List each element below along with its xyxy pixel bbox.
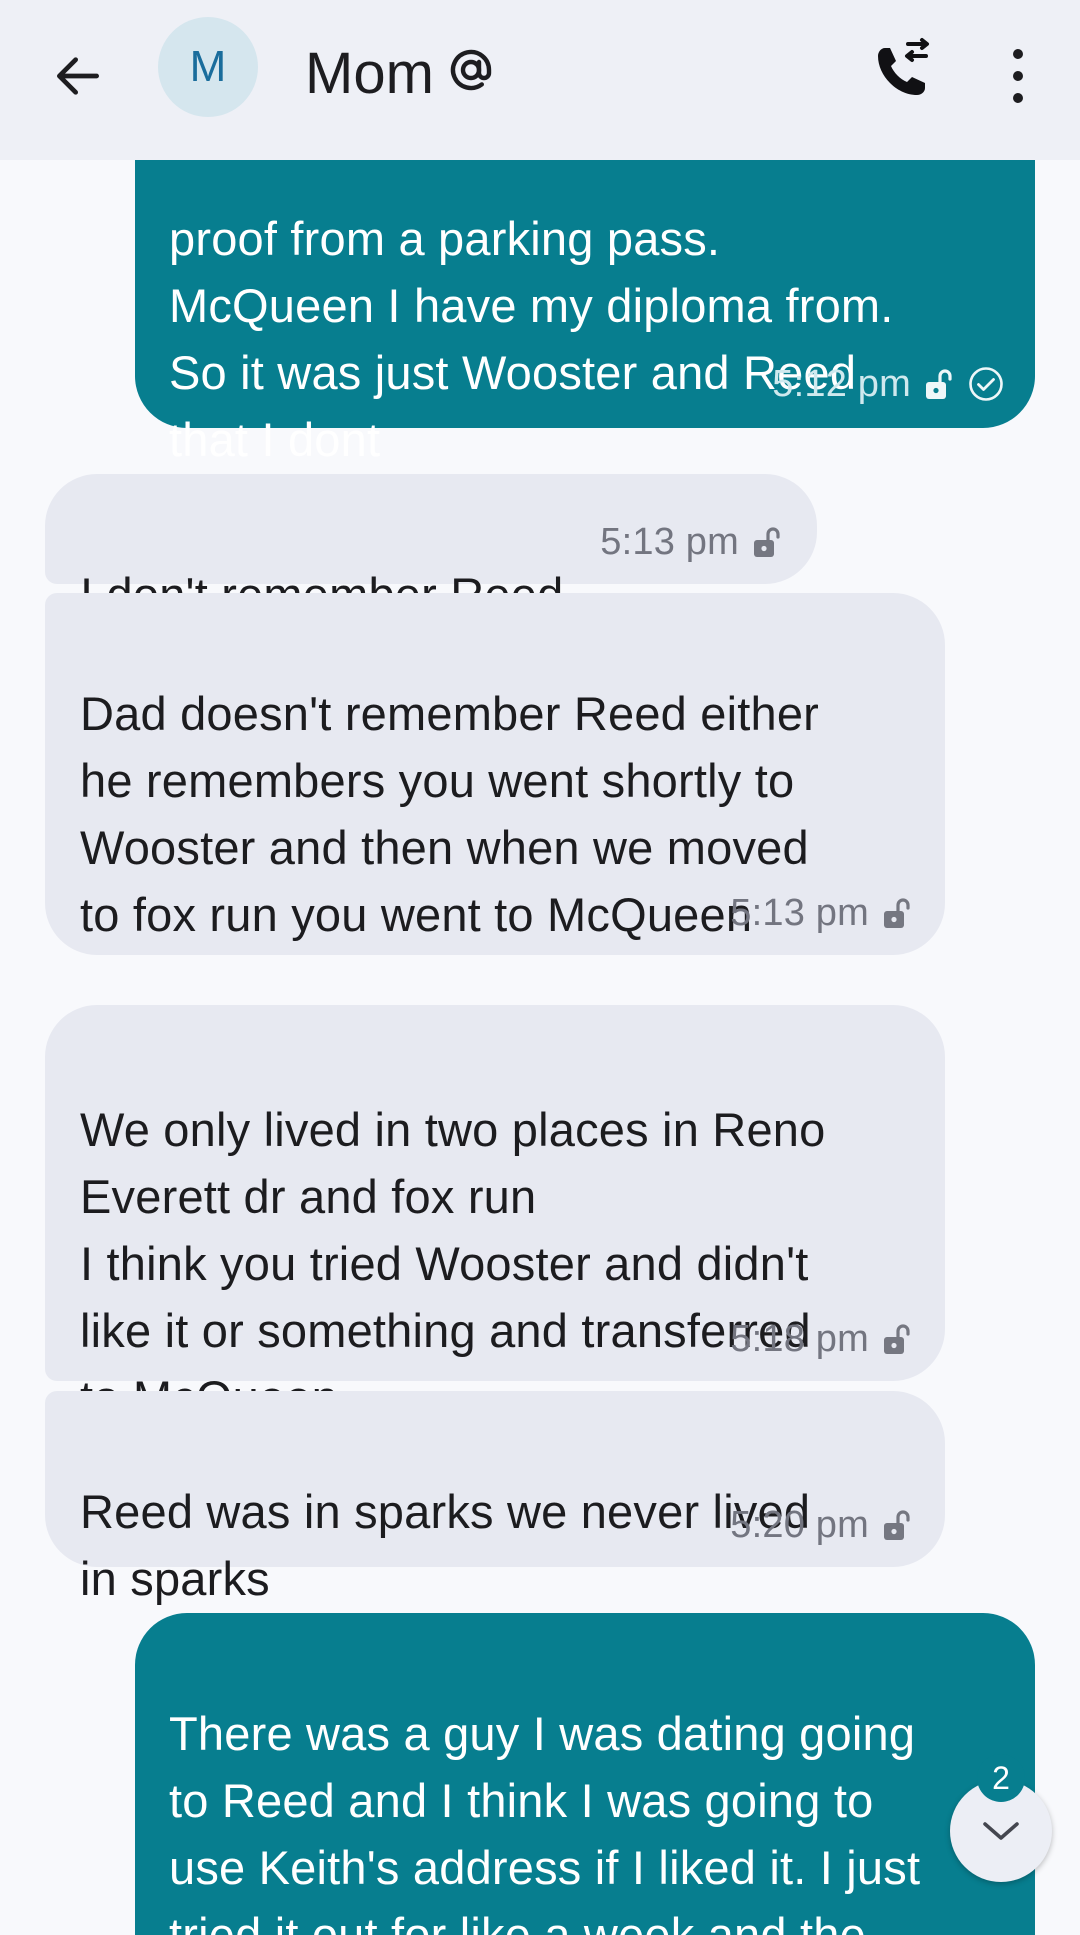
message-meta: 5:18 pm (730, 1317, 911, 1361)
message-bubble-incoming[interactable]: Reed was in sparks we never lived in spa… (45, 1391, 945, 1605)
message-text: Dad doesn't remember Reed either he reme… (80, 687, 820, 941)
unlocked-icon (884, 1324, 910, 1354)
conversation-screen: M Mom proof from a parking pass. McQueen… (0, 0, 1080, 1935)
back-button[interactable] (38, 36, 118, 116)
contact-name[interactable]: Mom (305, 40, 434, 108)
conversation-header: M Mom (0, 0, 1080, 160)
message-meta: 5:12 pm (772, 362, 1005, 406)
unlocked-icon (884, 898, 910, 928)
message-text: proof from a parking pass. McQueen I hav… (169, 212, 894, 466)
more-vertical-icon (1013, 49, 1023, 103)
chevron-down-icon (983, 1822, 1019, 1840)
message-meta: 5:20 pm (730, 1503, 911, 1547)
message-time: 5:12 pm (772, 363, 911, 405)
delivered-check-icon (969, 367, 1003, 401)
message-bubble-incoming[interactable]: We only lived in two places in Reno Ever… (45, 1005, 945, 1424)
unlocked-icon (754, 527, 780, 557)
avatar-letter: M (189, 42, 227, 91)
message-text: We only lived in two places in Reno Ever… (80, 1103, 826, 1424)
phone-call-icon (878, 38, 929, 95)
message-text: Reed was in sparks we never lived in spa… (80, 1485, 811, 1605)
message-time: 5:13 pm (730, 892, 869, 934)
call-button[interactable] (864, 34, 944, 114)
unread-count-badge: 2 (977, 1754, 1025, 1802)
message-time: 5:20 pm (730, 1504, 869, 1546)
message-bubble-incoming[interactable]: Dad doesn't remember Reed either he reme… (45, 593, 945, 955)
message-time: 5:18 pm (730, 1318, 869, 1360)
at-sign-icon (450, 49, 492, 91)
message-text: There was a guy I was dating going to Re… (169, 1707, 921, 1935)
unlocked-icon (926, 369, 952, 399)
message-meta: 5:13 pm (730, 891, 911, 935)
more-options-button[interactable] (990, 36, 1046, 116)
message-bubble-outgoing[interactable]: There was a guy I was dating going to Re… (135, 1613, 1035, 1935)
arrow-left-icon (57, 57, 99, 95)
message-bubble-incoming[interactable]: I don't remember Reed 5:13 pm (45, 474, 817, 621)
avatar[interactable]: M (158, 17, 258, 117)
message-time: 5:13 pm (600, 521, 739, 563)
unlocked-icon (884, 1510, 910, 1540)
message-meta: 5:13 pm (600, 520, 781, 564)
